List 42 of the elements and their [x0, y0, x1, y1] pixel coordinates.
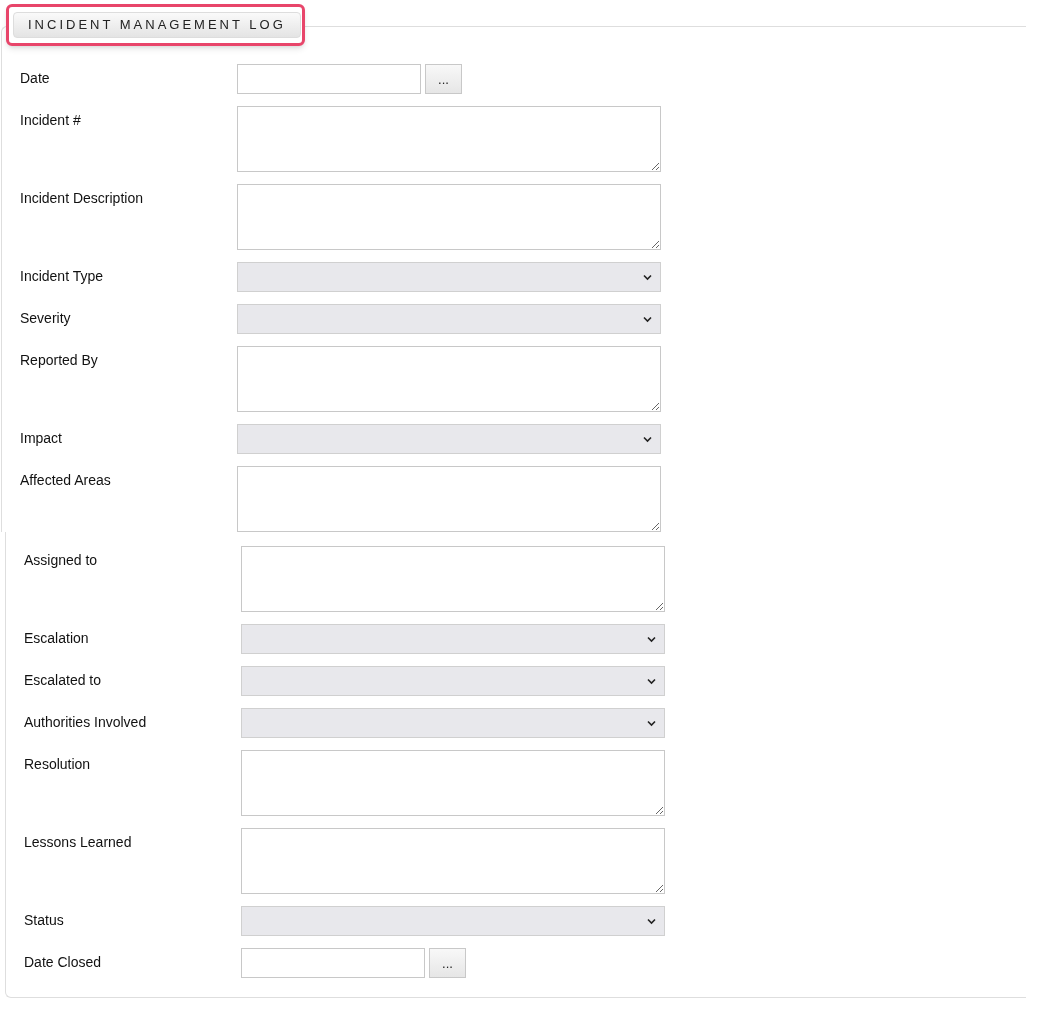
text-area[interactable] [237, 466, 661, 532]
dropdown-field[interactable] [237, 262, 661, 292]
field-label: Authorities Involved [24, 714, 147, 730]
text-area[interactable] [237, 346, 661, 412]
field-label: Escalation [24, 630, 89, 646]
dropdown-field[interactable] [237, 304, 661, 334]
dropdown-field[interactable] [241, 666, 665, 696]
field-label: Assigned to [24, 552, 98, 568]
date-picker-button[interactable]: ... [425, 64, 462, 94]
field-label: Incident # [20, 112, 81, 128]
date-picker-button[interactable]: ... [429, 948, 466, 978]
field-label: Date Closed [24, 954, 102, 970]
field-label: Reported By [20, 352, 98, 368]
chevron-down-icon [647, 678, 656, 685]
field-label: Impact [20, 430, 62, 446]
field-label: Status [24, 912, 64, 928]
chevron-down-icon [643, 274, 652, 281]
field-label: Resolution [24, 756, 91, 772]
date-field[interactable] [241, 948, 425, 978]
chevron-down-icon [647, 918, 656, 925]
dropdown-field[interactable] [237, 424, 661, 454]
field-label: Incident Type [20, 268, 104, 284]
text-area[interactable] [241, 828, 665, 894]
text-area[interactable] [241, 750, 665, 816]
chevron-down-icon [647, 720, 656, 727]
field-label: Date [20, 70, 50, 86]
field-label: Escalated to [24, 672, 102, 688]
text-area[interactable] [237, 184, 661, 250]
dropdown-field[interactable] [241, 624, 665, 654]
chevron-down-icon [647, 636, 656, 643]
date-field[interactable] [237, 64, 421, 94]
dropdown-field[interactable] [241, 708, 665, 738]
text-area[interactable] [237, 106, 661, 172]
field-label: Lessons Learned [24, 834, 132, 850]
form-title: INCIDENT MANAGEMENT LOG [13, 12, 301, 38]
text-area[interactable] [241, 546, 665, 612]
dropdown-field[interactable] [241, 906, 665, 936]
chevron-down-icon [643, 316, 652, 323]
field-label: Affected Areas [20, 472, 111, 488]
chevron-down-icon [643, 436, 652, 443]
field-label: Incident Description [20, 190, 143, 206]
field-label: Severity [20, 310, 71, 326]
